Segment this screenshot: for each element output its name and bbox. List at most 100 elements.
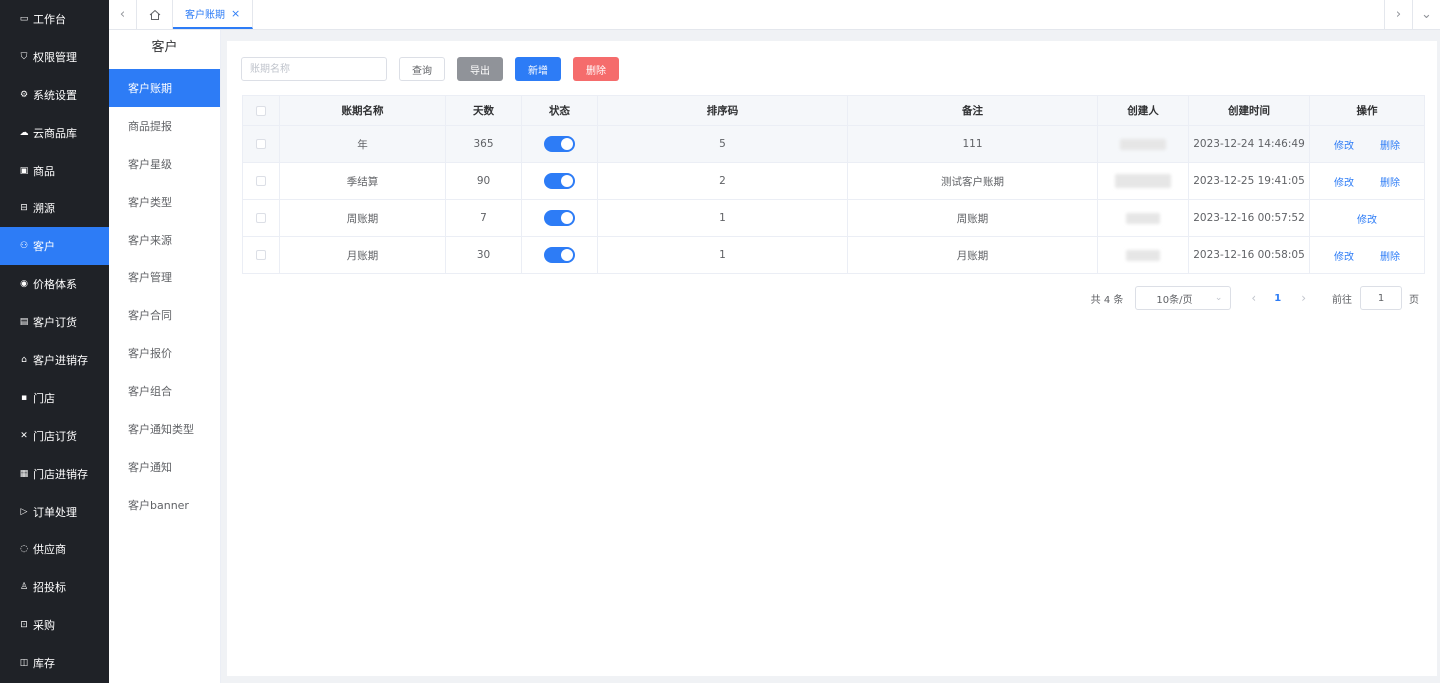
submenu-item-product-report[interactable]: 商品提报: [109, 107, 220, 145]
tab-scroll-right-icon[interactable]: ›: [1384, 0, 1412, 29]
row-checkbox[interactable]: [256, 250, 266, 260]
cell-created-time: 2023-12-16 00:57:52: [1188, 199, 1310, 237]
order-icon: ▤: [19, 317, 29, 328]
nav-item-customer-orders[interactable]: ▤ 客户订货: [0, 303, 109, 341]
nav-label: 供应商: [33, 543, 66, 557]
prev-page-icon[interactable]: ‹: [1251, 291, 1256, 305]
select-all-checkbox-cell[interactable]: [242, 95, 280, 126]
tab-scroll-left-icon[interactable]: ‹: [109, 0, 137, 29]
nav-label: 库存: [33, 657, 55, 671]
cell-creator: [1097, 236, 1189, 274]
export-button[interactable]: 导出: [457, 57, 503, 81]
nav-item-customer-inventory[interactable]: ⌂ 客户进销存: [0, 341, 109, 379]
row-checkbox[interactable]: [256, 139, 266, 149]
delete-link[interactable]: 删除: [1380, 178, 1400, 189]
submenu-item-credit-period[interactable]: 客户账期: [109, 69, 220, 107]
nav-item-suppliers[interactable]: ◌ 供应商: [0, 530, 109, 568]
nav-label: 工作台: [33, 12, 66, 26]
nav-label: 门店订货: [33, 429, 77, 443]
nav-item-stores[interactable]: ▪ 门店: [0, 379, 109, 417]
goto-page-input[interactable]: [1360, 286, 1402, 310]
delete-link[interactable]: 删除: [1380, 252, 1400, 263]
nav-label: 云商品库: [33, 126, 77, 140]
table-row: 季结算 90 2 测试客户账期 2023-12-25 19:41:05 修改 删除: [242, 162, 1425, 200]
nav-label: 溯源: [33, 202, 55, 216]
row-checkbox[interactable]: [256, 176, 266, 186]
monitor-icon: ▭: [19, 13, 29, 24]
table-header-row: 账期名称 天数 状态 排序码 备注 创建人 创建时间 操作: [242, 95, 1425, 126]
page-unit-label: 页: [1409, 294, 1419, 306]
submenu-item-customer-rating[interactable]: 客户星级: [109, 145, 220, 183]
status-toggle[interactable]: [544, 247, 575, 263]
delete-button[interactable]: 删除: [573, 57, 619, 81]
query-button[interactable]: 查询: [399, 57, 445, 81]
nav-item-customers[interactable]: ⚇ 客户: [0, 227, 109, 266]
edit-link[interactable]: 修改: [1357, 215, 1377, 226]
cell-days: 365: [445, 125, 522, 163]
shield-icon: ⛉: [20, 51, 28, 62]
status-toggle[interactable]: [544, 136, 575, 152]
page-size-select[interactable]: 10条/页 ⌄: [1135, 286, 1232, 310]
close-icon[interactable]: ×: [231, 7, 240, 20]
redacted-creator: [1126, 212, 1160, 224]
nav-item-system-settings[interactable]: ⚙ 系统设置: [0, 76, 109, 114]
submenu-item-customer-contract[interactable]: 客户合同: [109, 296, 220, 334]
cell-sort: 2: [597, 162, 848, 200]
nav-item-order-processing[interactable]: ▷ 订单处理: [0, 493, 109, 531]
submenu-item-customer-quote[interactable]: 客户报价: [109, 334, 220, 372]
cell-name: 月账期: [279, 236, 446, 274]
nav-label: 招投标: [33, 581, 66, 595]
cell-days: 7: [445, 199, 522, 237]
submenu-item-customer-type[interactable]: 客户类型: [109, 183, 220, 221]
submenu-item-customer-group[interactable]: 客户组合: [109, 372, 220, 410]
delete-link[interactable]: 删除: [1380, 141, 1400, 152]
nav-item-products[interactable]: ▣ 商品: [0, 152, 109, 190]
main-nav: ▭ 工作台 ⛉ 权限管理 ⚙ 系统设置 ☁ 云商品库 ▣ 商品 ⊟ 溯源 ⚇ 客户 ◉ 价格体系…: [0, 0, 109, 683]
nav-item-stock[interactable]: ◫ 库存: [0, 644, 109, 682]
status-toggle[interactable]: [544, 173, 575, 189]
store-order-icon: ✕: [20, 430, 28, 441]
col-header-created-time: 创建时间: [1188, 95, 1310, 126]
nav-item-permissions[interactable]: ⛉ 权限管理: [0, 38, 109, 76]
nav-item-pricing[interactable]: ◉ 价格体系: [0, 265, 109, 303]
box-icon: ▣: [19, 165, 29, 176]
period-name-search-input[interactable]: [241, 57, 387, 81]
nav-item-workbench[interactable]: ▭ 工作台: [0, 0, 109, 38]
cell-remark: 测试客户账期: [847, 162, 1098, 200]
table-row: 周账期 7 1 周账期 2023-12-16 00:57:52 修改: [242, 199, 1425, 237]
row-checkbox[interactable]: [256, 213, 266, 223]
nav-label: 客户: [33, 240, 55, 254]
nav-item-store-orders[interactable]: ✕ 门店订货: [0, 417, 109, 455]
chevron-down-icon[interactable]: ⌄: [1412, 0, 1440, 29]
cell-created-time: 2023-12-16 00:58:05: [1188, 236, 1310, 274]
submenu-item-customer-banner[interactable]: 客户banner: [109, 486, 220, 524]
content-card: 查询 导出 新增 删除 账期名称 天数 状态 排序码 备注 创建人 创建时间 操…: [227, 41, 1437, 676]
nav-label: 系统设置: [33, 88, 77, 102]
select-all-checkbox[interactable]: [256, 105, 266, 116]
nav-item-cloud-products[interactable]: ☁ 云商品库: [0, 114, 109, 152]
cell-sort: 1: [597, 199, 848, 237]
submenu-item-customer-notice[interactable]: 客户通知: [109, 448, 220, 486]
nav-item-trace[interactable]: ⊟ 溯源: [0, 189, 109, 227]
nav-item-purchasing[interactable]: ⊡ 采购: [0, 606, 109, 644]
nav-label: 订单处理: [33, 505, 77, 519]
edit-link[interactable]: 修改: [1334, 178, 1354, 189]
submenu-item-customer-management[interactable]: 客户管理: [109, 258, 220, 296]
nav-item-store-inventory[interactable]: ▦ 门店进销存: [0, 455, 109, 493]
home-icon[interactable]: [137, 0, 173, 29]
edit-link[interactable]: 修改: [1334, 252, 1354, 263]
tab-credit-period[interactable]: 客户账期 ×: [173, 0, 254, 29]
add-button[interactable]: 新增: [515, 57, 561, 81]
edit-link[interactable]: 修改: [1334, 141, 1354, 152]
next-page-icon[interactable]: ›: [1301, 291, 1306, 305]
status-toggle[interactable]: [544, 210, 575, 226]
submenu-item-customer-source[interactable]: 客户来源: [109, 221, 220, 259]
page-size-value: 10条/页: [1156, 294, 1193, 306]
cell-days: 90: [445, 162, 522, 200]
price-icon: ◉: [20, 279, 28, 290]
submenu-item-notice-type[interactable]: 客户通知类型: [109, 410, 220, 448]
col-header-status: 状态: [521, 95, 598, 126]
nav-item-bidding[interactable]: ♙ 招投标: [0, 568, 109, 606]
page-number[interactable]: 1: [1274, 293, 1281, 304]
col-header-days: 天数: [445, 95, 522, 126]
